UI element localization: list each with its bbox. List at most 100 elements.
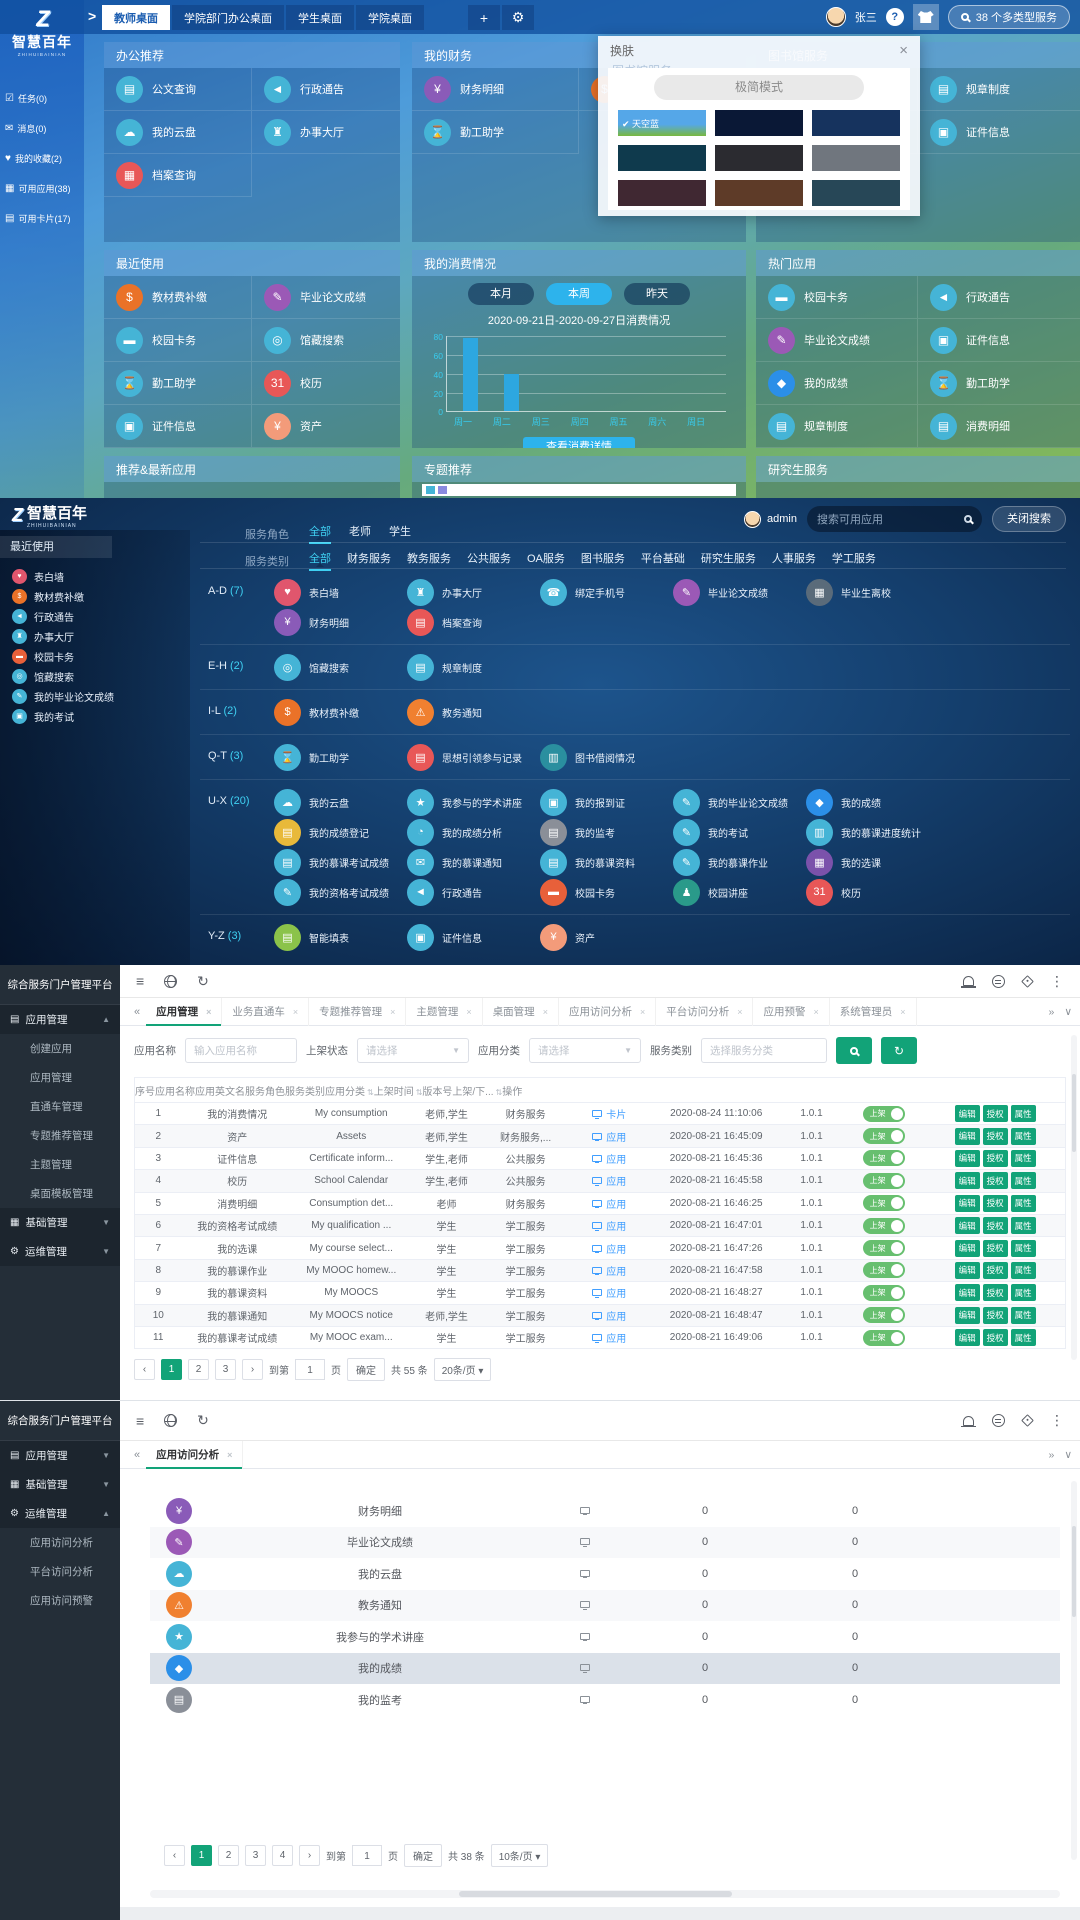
admin-menu-item[interactable]: ▦ 基础管理 ▼: [0, 1470, 120, 1499]
role-option[interactable]: 学生: [389, 523, 411, 544]
app-item[interactable]: ✎ 毕业论文成绩: [673, 577, 806, 607]
publish-toggle[interactable]: 上架: [863, 1106, 905, 1122]
admin-menu-item[interactable]: ▤ 应用管理 ▼: [0, 1441, 120, 1470]
properties-button[interactable]: 属性: [1011, 1307, 1036, 1324]
app-item[interactable]: $ 教材费补缴: [274, 697, 407, 727]
globe-icon[interactable]: [164, 975, 177, 988]
app-item[interactable]: ◔ 我的成绩分析: [407, 817, 540, 847]
jump-page-input[interactable]: 1: [295, 1359, 325, 1380]
theme-thumbnail[interactable]: [618, 180, 706, 206]
tabs-dropdown-icon[interactable]: ∨: [1064, 1006, 1072, 1018]
cell-type-link[interactable]: 应用: [567, 1241, 651, 1256]
prev-page-icon[interactable]: ‹: [164, 1845, 185, 1866]
app-item[interactable]: ◎ 馆藏搜索: [252, 319, 400, 362]
table-row[interactable]: 5 消费明细 Consumption det... 老师 财务服务 应用 202…: [135, 1193, 1065, 1215]
admin-menu-item[interactable]: ▤ 应用管理 ▲: [0, 1005, 120, 1034]
app-item[interactable]: ☎ 绑定手机号: [540, 577, 673, 607]
jump-page-input[interactable]: 1: [352, 1845, 382, 1866]
more-icon[interactable]: ⋮: [1050, 1412, 1064, 1429]
admin-menu-item[interactable]: 应用访问分析: [0, 1528, 120, 1557]
table-row[interactable]: 8 我的慕课作业 My MOOC homew... 学生 学工服务 应用 202…: [135, 1260, 1065, 1282]
properties-button[interactable]: 属性: [1011, 1128, 1036, 1145]
tag-icon[interactable]: [1021, 1414, 1034, 1427]
theme-thumbnail[interactable]: [715, 110, 803, 136]
properties-button[interactable]: 属性: [1011, 1284, 1036, 1301]
cell-type-link[interactable]: 应用: [567, 1308, 651, 1323]
edit-button[interactable]: 编辑: [955, 1240, 980, 1257]
app-item[interactable]: ✎ 我的慕课作业: [673, 847, 806, 877]
close-search-button[interactable]: 关闭搜索: [992, 506, 1066, 532]
app-item[interactable]: ♜ 办事大厅: [407, 577, 540, 607]
user-avatar[interactable]: [826, 7, 846, 27]
next-page-icon[interactable]: ›: [242, 1359, 263, 1380]
page-number[interactable]: 3: [215, 1359, 236, 1380]
app-item[interactable]: ▣ 证件信息: [918, 111, 1080, 154]
properties-button[interactable]: 属性: [1011, 1217, 1036, 1234]
prev-page-icon[interactable]: ‹: [134, 1359, 155, 1380]
publish-toggle[interactable]: 上架: [863, 1195, 905, 1211]
app-item[interactable]: ▬ 校园卡务: [540, 877, 673, 907]
workspace-tab[interactable]: 系统管理员: [830, 998, 917, 1026]
recent-item[interactable]: ▣ 我的考试: [0, 706, 190, 726]
properties-button[interactable]: 属性: [1011, 1240, 1036, 1257]
admin-user[interactable]: admin: [744, 511, 797, 528]
edit-button[interactable]: 编辑: [955, 1105, 980, 1122]
table-row[interactable]: 1 我的消费情况 My consumption 老师,学生 财务服务 卡片 20…: [135, 1103, 1065, 1125]
app-item[interactable]: ◆ 我的成绩: [756, 362, 918, 405]
publish-toggle[interactable]: 上架: [863, 1173, 905, 1189]
workspace-tab[interactable]: 应用访问分析: [146, 1441, 243, 1469]
cell-type-link[interactable]: 应用: [567, 1330, 651, 1345]
app-item[interactable]: ▦ 我的选课: [806, 847, 939, 877]
app-item[interactable]: ▬ 校园卡务: [104, 319, 252, 362]
app-item[interactable]: ⌛ 勤工助学: [104, 362, 252, 405]
page-number[interactable]: 4: [272, 1845, 293, 1866]
search-button[interactable]: [836, 1037, 872, 1064]
app-item[interactable]: ▤ 规章制度: [407, 652, 540, 682]
tabs-scroll-left-icon[interactable]: «: [128, 1006, 146, 1018]
cell-type-link[interactable]: 应用: [567, 1263, 651, 1278]
properties-button[interactable]: 属性: [1011, 1262, 1036, 1279]
app-item[interactable]: ⚠ 教务通知: [407, 697, 540, 727]
cell-type-link[interactable]: 应用: [567, 1285, 651, 1300]
page-size-select[interactable]: 20条/页 ▾: [434, 1358, 492, 1381]
table-row[interactable]: 4 校历 School Calendar 学生,老师 公共服务 应用 2020-…: [135, 1170, 1065, 1192]
menu-toggle-icon[interactable]: ≡: [136, 1413, 144, 1429]
app-item[interactable]: ▣ 证件信息: [104, 405, 252, 448]
app-item[interactable]: ▤ 我的慕课资料: [540, 847, 673, 877]
consumption-tab[interactable]: 本周: [546, 283, 612, 305]
app-item[interactable]: 31 校历: [806, 877, 939, 907]
admin-menu-item[interactable]: 应用管理: [0, 1063, 120, 1092]
table-row[interactable]: ✎ 毕业论文成绩 0 0: [150, 1527, 1060, 1559]
consumption-tab[interactable]: 本月: [468, 283, 534, 305]
app-item[interactable]: ♟ 校园讲座: [673, 877, 806, 907]
admin-menu-item[interactable]: ⚙ 运维管理 ▲: [0, 1499, 120, 1528]
notifications-icon[interactable]: [963, 976, 974, 986]
app-item[interactable]: ◄ 行政通告: [407, 877, 540, 907]
app-item[interactable]: ▤ 消费明细: [918, 405, 1080, 448]
page-size-select[interactable]: 10条/页 ▾: [491, 1844, 549, 1867]
desktop-tab[interactable]: 教师桌面: [102, 5, 170, 30]
app-item[interactable]: ▤ 我的慕课考试成绩: [274, 847, 407, 877]
column-header[interactable]: 操作: [502, 1083, 522, 1098]
table-row[interactable]: 11 我的慕课考试成绩 My MOOC exam... 学生 学工服务 应用 2…: [135, 1327, 1065, 1349]
publish-toggle[interactable]: 上架: [863, 1150, 905, 1166]
app-item[interactable]: ⌛ 勤工助学: [918, 362, 1080, 405]
app-item[interactable]: ▤ 规章制度: [918, 68, 1080, 111]
properties-button[interactable]: 属性: [1011, 1195, 1036, 1212]
admin-menu-item[interactable]: 应用访问预警: [0, 1586, 120, 1615]
authorize-button[interactable]: 授权: [983, 1307, 1008, 1324]
edit-button[interactable]: 编辑: [955, 1284, 980, 1301]
app-item[interactable]: ✎ 我的毕业论文成绩: [673, 787, 806, 817]
app-item[interactable]: ▤ 档案查询: [407, 607, 540, 637]
publish-toggle[interactable]: 上架: [863, 1218, 905, 1234]
workspace-tab[interactable]: 应用管理: [146, 998, 222, 1026]
page-number[interactable]: 2: [218, 1845, 239, 1866]
app-item[interactable]: ✉ 我的慕课通知: [407, 847, 540, 877]
theme-thumbnail[interactable]: [812, 110, 900, 136]
category-select[interactable]: 请选择▼: [529, 1038, 641, 1063]
authorize-button[interactable]: 授权: [983, 1195, 1008, 1212]
tabs-scroll-right-icon[interactable]: »: [1048, 1006, 1054, 1018]
sidebar-item[interactable]: ▤ 可用卡片(17): [5, 212, 79, 225]
theme-thumbnail[interactable]: [618, 145, 706, 171]
theme-thumbnail[interactable]: [715, 145, 803, 171]
